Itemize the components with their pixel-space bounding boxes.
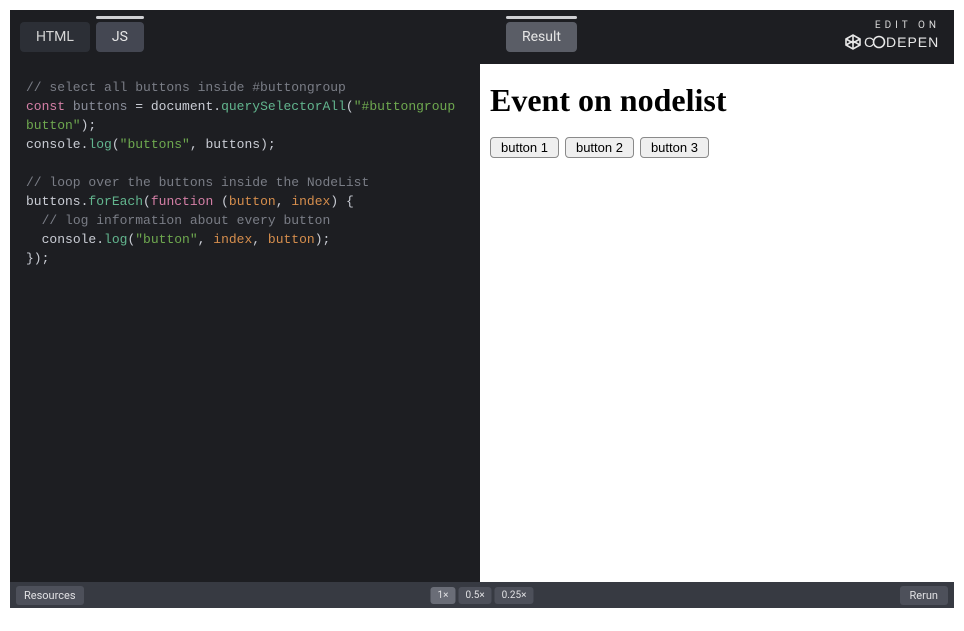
zoom-1x[interactable]: 1× [430, 587, 455, 604]
result-button-1[interactable]: button 1 [490, 137, 559, 158]
code-arg: button [229, 194, 276, 209]
edit-on-codepen[interactable]: EDIT ON C DEPEN [844, 20, 940, 55]
zoom-group: 1× 0.5× 0.25× [430, 587, 533, 604]
resources-button[interactable]: Resources [16, 586, 84, 605]
result-button-2[interactable]: button 2 [565, 137, 634, 158]
tab-result[interactable]: Result [506, 22, 577, 52]
svg-text:DEPEN: DEPEN [886, 34, 939, 50]
zoom-05x[interactable]: 0.5× [458, 587, 491, 604]
bottombar: Resources 1× 0.5× 0.25× Rerun [10, 582, 954, 608]
topbar: HTML JS Result EDIT ON C DEPEN [10, 10, 954, 64]
code-fn: querySelectorAll [221, 99, 346, 114]
result-heading: Event on nodelist [490, 82, 944, 119]
zoom-025x[interactable]: 0.25× [495, 587, 534, 604]
rerun-button[interactable]: Rerun [900, 586, 948, 605]
code-comment: // select all buttons inside #buttongrou… [26, 80, 346, 95]
button-group: button 1 button 2 button 3 [490, 137, 944, 158]
codepen-logo: C DEPEN [844, 33, 940, 55]
tab-js[interactable]: JS [96, 22, 144, 52]
code-editor[interactable]: // select all buttons inside #buttongrou… [10, 64, 480, 582]
code-var: buttons [73, 99, 128, 114]
tab-html[interactable]: HTML [20, 22, 90, 52]
main-panels: // select all buttons inside #buttongrou… [10, 64, 954, 582]
result-pane: Event on nodelist button 1 button 2 butt… [480, 64, 954, 582]
edit-on-label: EDIT ON [844, 20, 940, 31]
result-button-3[interactable]: button 3 [640, 137, 709, 158]
code-keyword: const [26, 99, 65, 114]
